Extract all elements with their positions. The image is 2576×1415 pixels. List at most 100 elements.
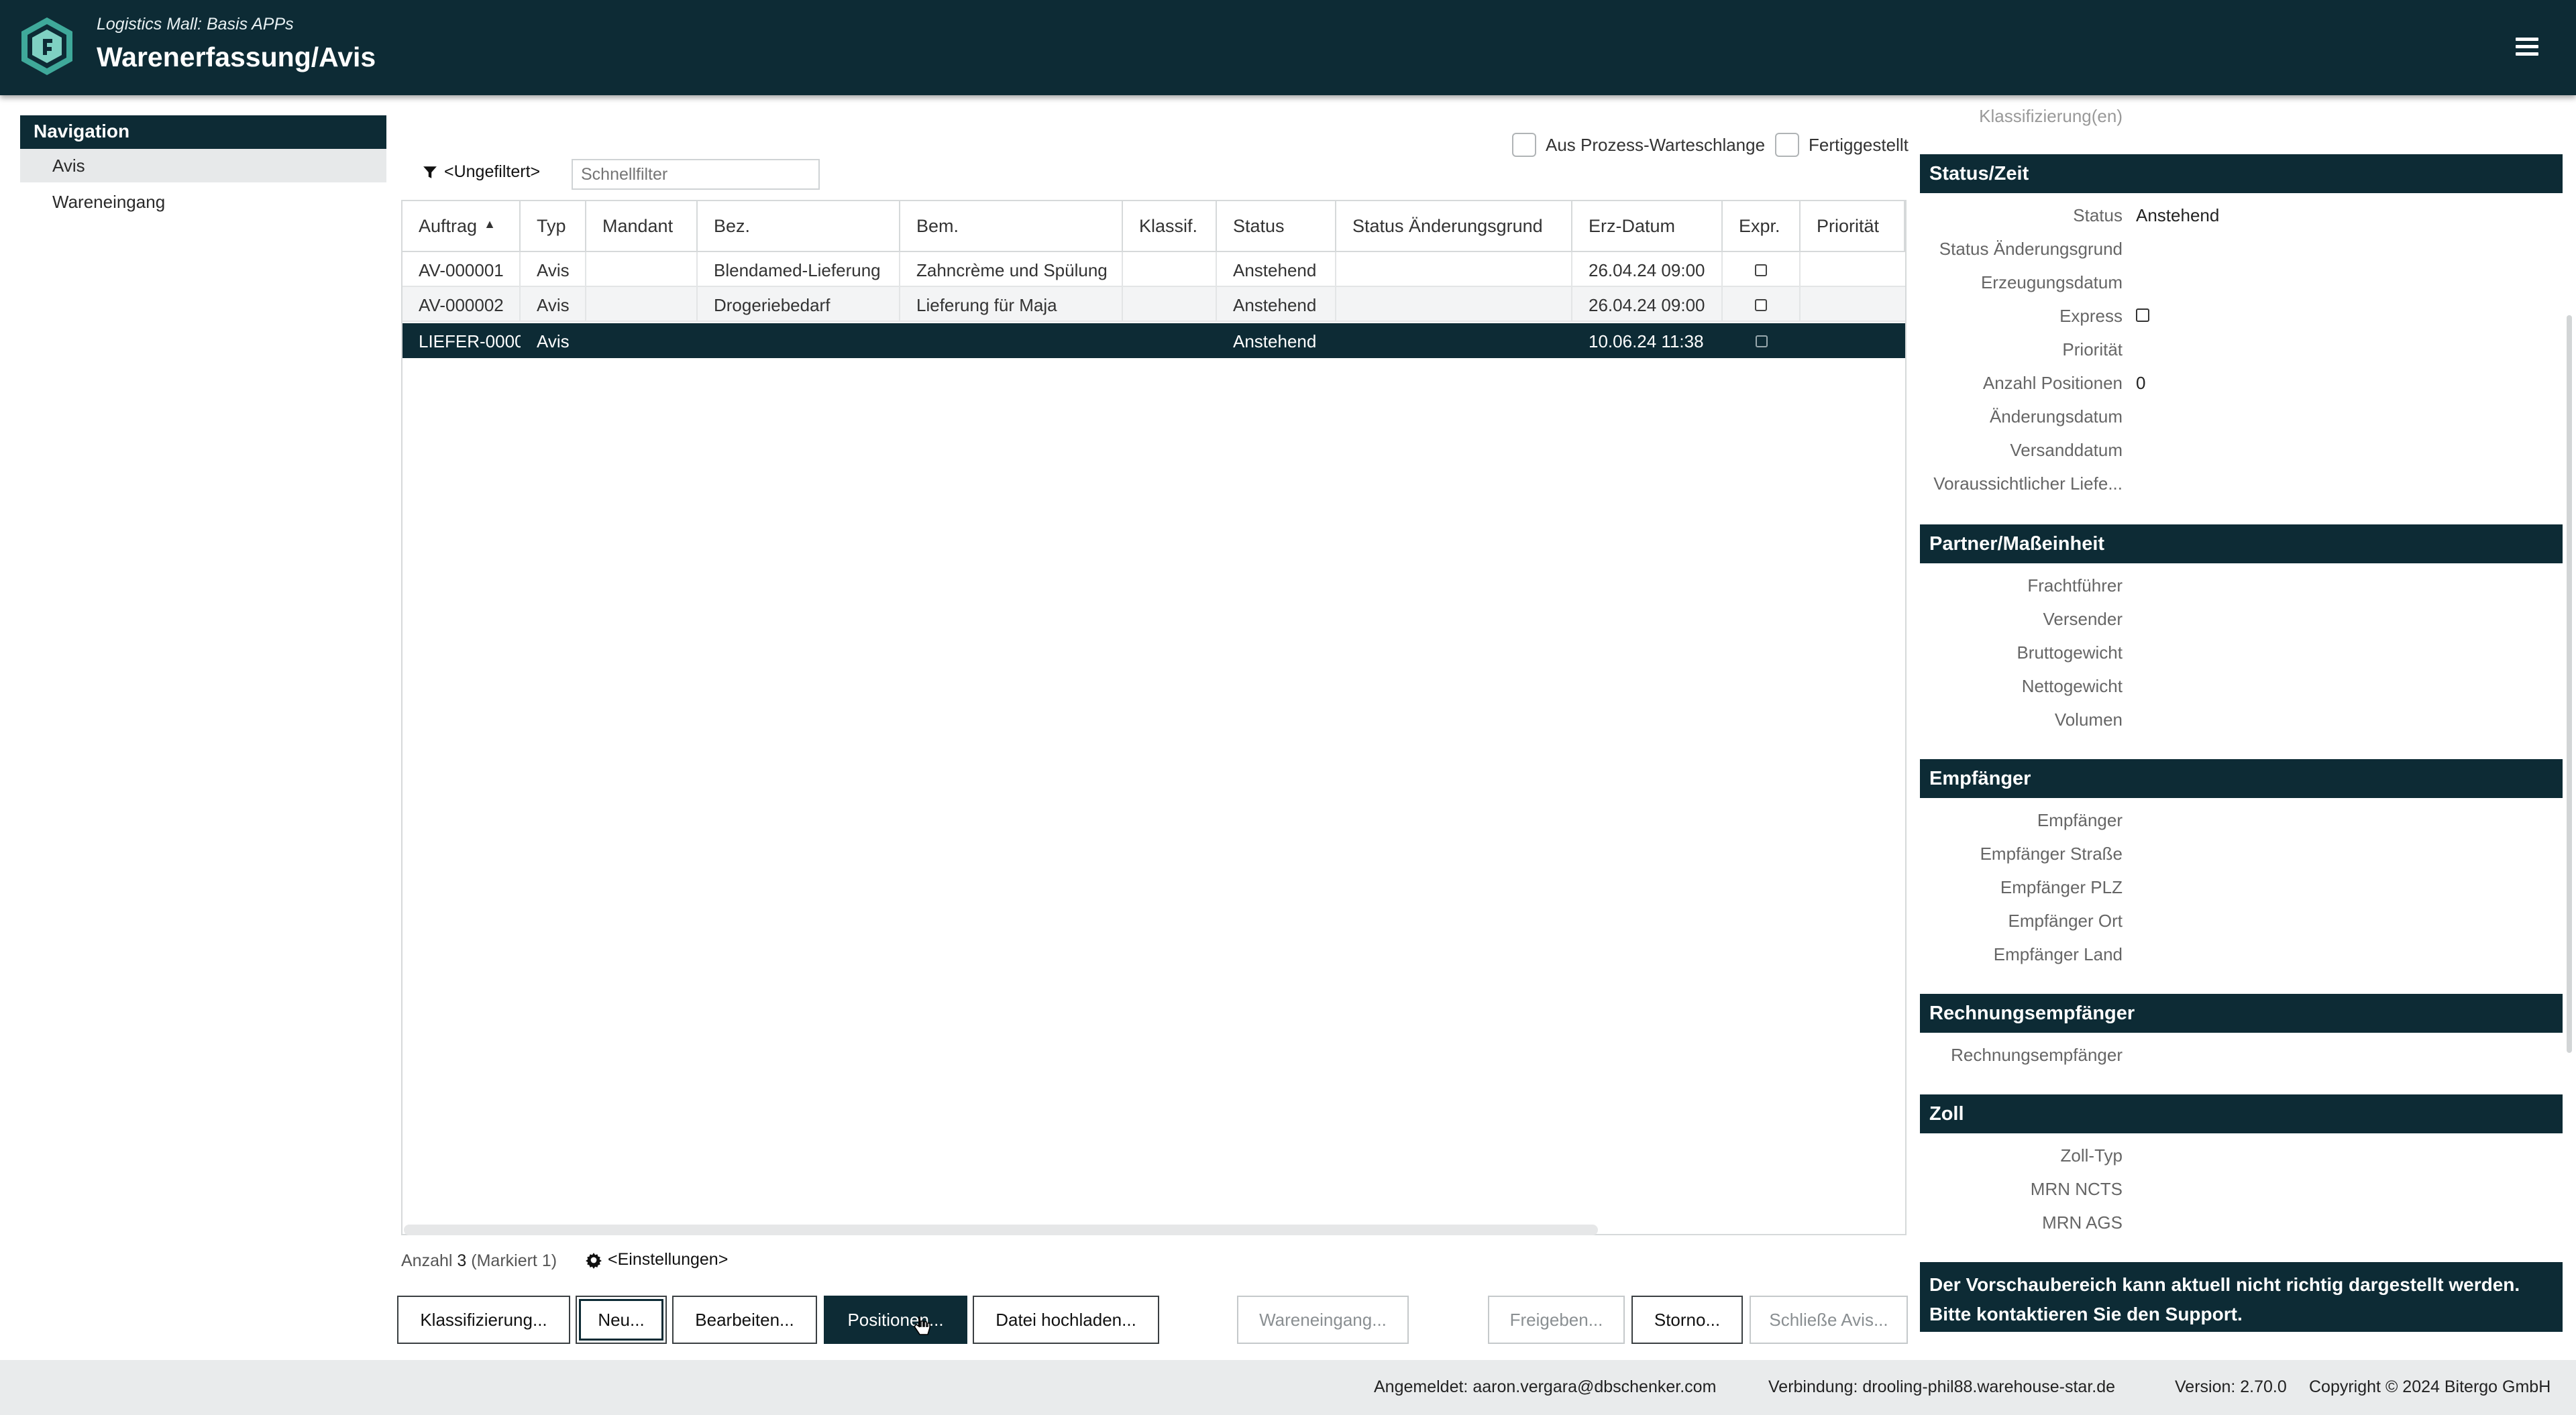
column-erz-datum[interactable]: Erz-Datum (1572, 201, 1723, 252)
section-status-zeit: Status/Zeit (1920, 154, 2563, 193)
copyright: Copyright © 2024 Bitergo GmbH (2309, 1377, 2551, 1396)
cell-bez: Drogeriebedarf (698, 287, 900, 322)
app-subtitle: Logistics Mall: Basis APPs (97, 15, 294, 34)
quick-filter-input[interactable] (572, 159, 820, 190)
column-mandant[interactable]: Mandant (586, 201, 698, 252)
cell-klassif (1123, 323, 1217, 358)
column-status[interactable]: Status (1217, 201, 1336, 252)
status-bar: Angemeldet: aaron.vergara@dbschenker.com… (0, 1360, 2576, 1415)
section-zoll: Zoll (1920, 1094, 2563, 1133)
field-status-grund-label: Status Änderungsgrund (1939, 239, 2123, 259)
column-status-aenderungsgrund[interactable]: Status Änderungsgrund (1336, 201, 1572, 252)
detail-scrollbar[interactable] (2567, 315, 2572, 1053)
count-value: 3 (457, 1251, 467, 1270)
positionen-button[interactable]: Positionen... (824, 1296, 967, 1344)
detail-panel: Klassifizierung(en) Status/Zeit Status A… (1920, 95, 2563, 1360)
edit-button[interactable]: Bearbeiten... (672, 1296, 817, 1344)
new-button[interactable]: Neu... (576, 1296, 667, 1344)
express-checkbox[interactable] (1755, 264, 1767, 276)
cell-mandant (586, 252, 698, 287)
cell-grund (1336, 287, 1572, 322)
upload-file-button[interactable]: Datei hochladen... (973, 1296, 1159, 1344)
field-status-value: Anstehend (2136, 205, 2220, 225)
field-erzeugungsdatum-label: Erzeugungsdatum (1980, 272, 2123, 292)
done-checkbox-box[interactable] (1775, 133, 1799, 157)
column-prioritaet[interactable]: Priorität (1801, 201, 1905, 252)
close-avis-button[interactable]: Schließe Avis... (1750, 1296, 1908, 1344)
express-checkbox[interactable] (2136, 308, 2149, 322)
cell-status: Anstehend (1217, 287, 1336, 322)
table-row[interactable]: AV-000002 Avis Drogeriebedarf Lieferung … (402, 287, 1905, 322)
storno-button[interactable]: Storno... (1631, 1296, 1743, 1344)
logo-icon (21, 17, 72, 75)
field-aenderungsdatum-label: Änderungsdatum (1989, 406, 2123, 427)
sort-ascending-icon: ▲ (484, 217, 496, 231)
cell-bez (698, 323, 900, 358)
field-express-label: Express (2059, 306, 2123, 326)
settings-label: <Einstellungen> (608, 1250, 729, 1269)
avis-table: Auftrag ▲ Typ Mandant Bez. Bem. Klassif. … (401, 200, 1907, 1235)
section-rechnungsempfaenger: Rechnungsempfänger (1920, 994, 2563, 1033)
field-versender-label: Versender (2043, 609, 2123, 629)
column-auftrag[interactable]: Auftrag ▲ (402, 201, 521, 252)
field-frachtfuehrer-label: Frachtführer (2027, 575, 2123, 596)
table-row[interactable]: AV-000001 Avis Blendamed-Lieferung Zahnc… (402, 252, 1905, 287)
done-checkbox[interactable]: Fertiggestellt (1775, 131, 1909, 158)
page-title: Warenerfassung/Avis (97, 42, 376, 72)
hamburger-menu-icon[interactable] (2516, 38, 2538, 58)
cell-bem: Zahncrème und Spülung (900, 252, 1123, 287)
queue-checkbox-box[interactable] (1512, 133, 1536, 157)
filter-button[interactable]: <Ungefiltert> (423, 162, 540, 182)
queue-checkbox-label: Aus Prozess-Warteschlange (1546, 134, 1766, 155)
column-expr[interactable]: Expr. (1723, 201, 1801, 252)
field-volumen-label: Volumen (2054, 710, 2123, 730)
queue-checkbox[interactable]: Aus Prozess-Warteschlange (1512, 131, 1765, 158)
app-header: Logistics Mall: Basis APPs Warenerfassun… (0, 0, 2576, 95)
connection-info: Verbindung: drooling-phil88.warehouse-st… (1768, 1377, 2116, 1396)
table-row-selected[interactable]: LIEFER-0000( Avis Anstehend 10.06.24 11:… (402, 323, 1905, 358)
field-empfaenger-label: Empfänger (2037, 810, 2123, 830)
column-klassif[interactable]: Klassif. (1123, 201, 1217, 252)
table-header: Auftrag ▲ Typ Mandant Bez. Bem. Klassif. … (402, 201, 1905, 252)
column-bem[interactable]: Bem. (900, 201, 1123, 252)
nav-item-wareneingang[interactable]: Wareneingang (20, 185, 386, 219)
field-anzahl-positionen-label: Anzahl Positionen (1982, 373, 2123, 393)
cell-mandant (586, 323, 698, 358)
marked-count: (Markiert 1) (471, 1251, 557, 1270)
field-empfaenger-plz-label: Empfänger PLZ (2000, 877, 2123, 897)
cell-prio (1801, 323, 1905, 358)
field-bruttogewicht-label: Bruttogewicht (2017, 642, 2123, 663)
cell-status: Anstehend (1233, 331, 1317, 351)
field-mrn-ags-label: MRN AGS (2042, 1212, 2123, 1233)
logged-in-user: Angemeldet: aaron.vergara@dbschenker.com (1374, 1377, 1717, 1396)
record-count: Anzahl 3 (Markiert 1) (401, 1251, 557, 1271)
preview-warning: Der Vorschaubereich kann aktuell nicht r… (1920, 1262, 2563, 1332)
freigeben-button[interactable]: Freigeben... (1488, 1296, 1625, 1344)
section-empfaenger: Empfänger (1920, 759, 2563, 798)
klassifizierung-button[interactable]: Klassifizierung... (397, 1296, 570, 1344)
column-bez[interactable]: Bez. (698, 201, 900, 252)
cell-prio (1801, 287, 1905, 322)
horizontal-scrollbar[interactable] (404, 1225, 1598, 1235)
settings-button[interactable]: <Einstellungen> (585, 1250, 728, 1269)
cell-status: Anstehend (1217, 252, 1336, 287)
cell-bem: Lieferung für Maja (900, 287, 1123, 322)
field-rechnungsempfaenger-label: Rechnungsempfänger (1951, 1045, 2123, 1065)
cell-grund (1336, 323, 1572, 358)
field-empfaenger-ort-label: Empfänger Ort (2008, 911, 2123, 931)
cell-expr (1723, 323, 1801, 358)
field-status-label: Status (2073, 205, 2123, 225)
wareneingang-button[interactable]: Wareneingang... (1237, 1296, 1409, 1344)
nav-item-avis[interactable]: Avis (20, 149, 386, 182)
field-empfaenger-land-label: Empfänger Land (1993, 944, 2123, 964)
cell-klassif (1123, 252, 1217, 287)
field-klassifizierung-label: Klassifizierung(en) (1979, 106, 2123, 126)
cell-typ: Avis (521, 287, 586, 322)
cell-bem (900, 323, 1123, 358)
column-typ[interactable]: Typ (521, 201, 586, 252)
express-checkbox[interactable] (1755, 299, 1767, 311)
cell-bez: Blendamed-Lieferung (698, 252, 900, 287)
field-versanddatum-label: Versanddatum (2010, 440, 2123, 460)
express-checkbox[interactable] (1756, 335, 1768, 347)
field-voraussichtlich-label: Voraussichtlicher Liefe... (1933, 473, 2123, 494)
